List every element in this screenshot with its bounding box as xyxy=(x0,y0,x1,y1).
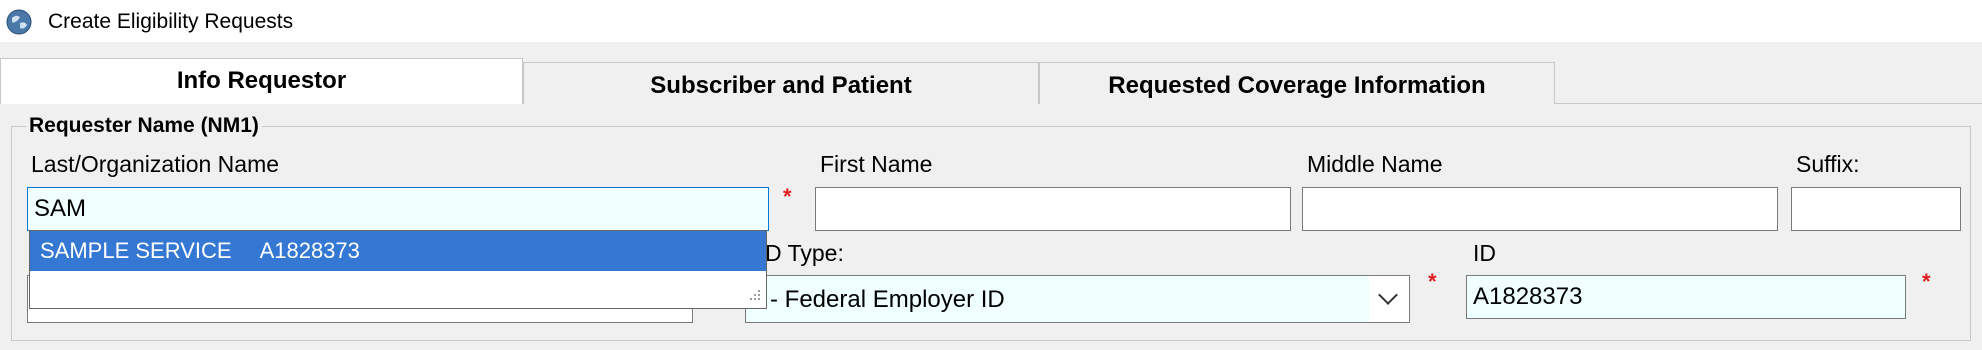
middle-name-input[interactable] xyxy=(1302,187,1778,231)
window-title: Create Eligibility Requests xyxy=(48,10,294,33)
id-input[interactable] xyxy=(1466,275,1906,319)
autocomplete-item-name: SAMPLE SERVICE xyxy=(40,238,232,263)
first-name-input[interactable] xyxy=(815,187,1291,231)
id-type-dropdown-button[interactable] xyxy=(1369,276,1409,322)
last-name-label: Last/Organization Name xyxy=(31,151,280,177)
id-type-required-mark: * xyxy=(1428,269,1437,294)
tab-subscriber-and-patient[interactable]: Subscriber and Patient xyxy=(523,62,1039,104)
id-label: ID xyxy=(1473,240,1496,266)
last-name-input[interactable] xyxy=(27,187,769,231)
autocomplete-dropdown: SAMPLE SERVICE A1828373 xyxy=(29,230,767,309)
autocomplete-item-id: A1828373 xyxy=(259,238,360,263)
globe-icon xyxy=(6,9,32,35)
last-name-required-mark: * xyxy=(783,184,792,209)
id-required-mark: * xyxy=(1922,269,1931,294)
group-title: Requester Name (NM1) xyxy=(26,114,262,138)
chevron-down-icon xyxy=(1378,285,1398,305)
middle-name-label: Middle Name xyxy=(1307,151,1443,177)
title-bar: Create Eligibility Requests xyxy=(0,0,1982,42)
tab-info-requestor[interactable]: Info Requestor xyxy=(0,58,523,104)
first-name-label: First Name xyxy=(820,151,933,177)
id-type-select[interactable]: 4 - Federal Employer ID xyxy=(745,275,1410,323)
suffix-label: Suffix: xyxy=(1796,151,1860,177)
autocomplete-item[interactable]: SAMPLE SERVICE A1828373 xyxy=(30,231,766,271)
suffix-input[interactable] xyxy=(1791,187,1961,231)
resize-grip-icon[interactable] xyxy=(746,288,762,304)
tab-requested-coverage-information[interactable]: Requested Coverage Information xyxy=(1039,62,1555,104)
id-type-value: 4 - Federal Employer ID xyxy=(750,286,1005,313)
id-type-label: D Type: xyxy=(765,240,844,266)
